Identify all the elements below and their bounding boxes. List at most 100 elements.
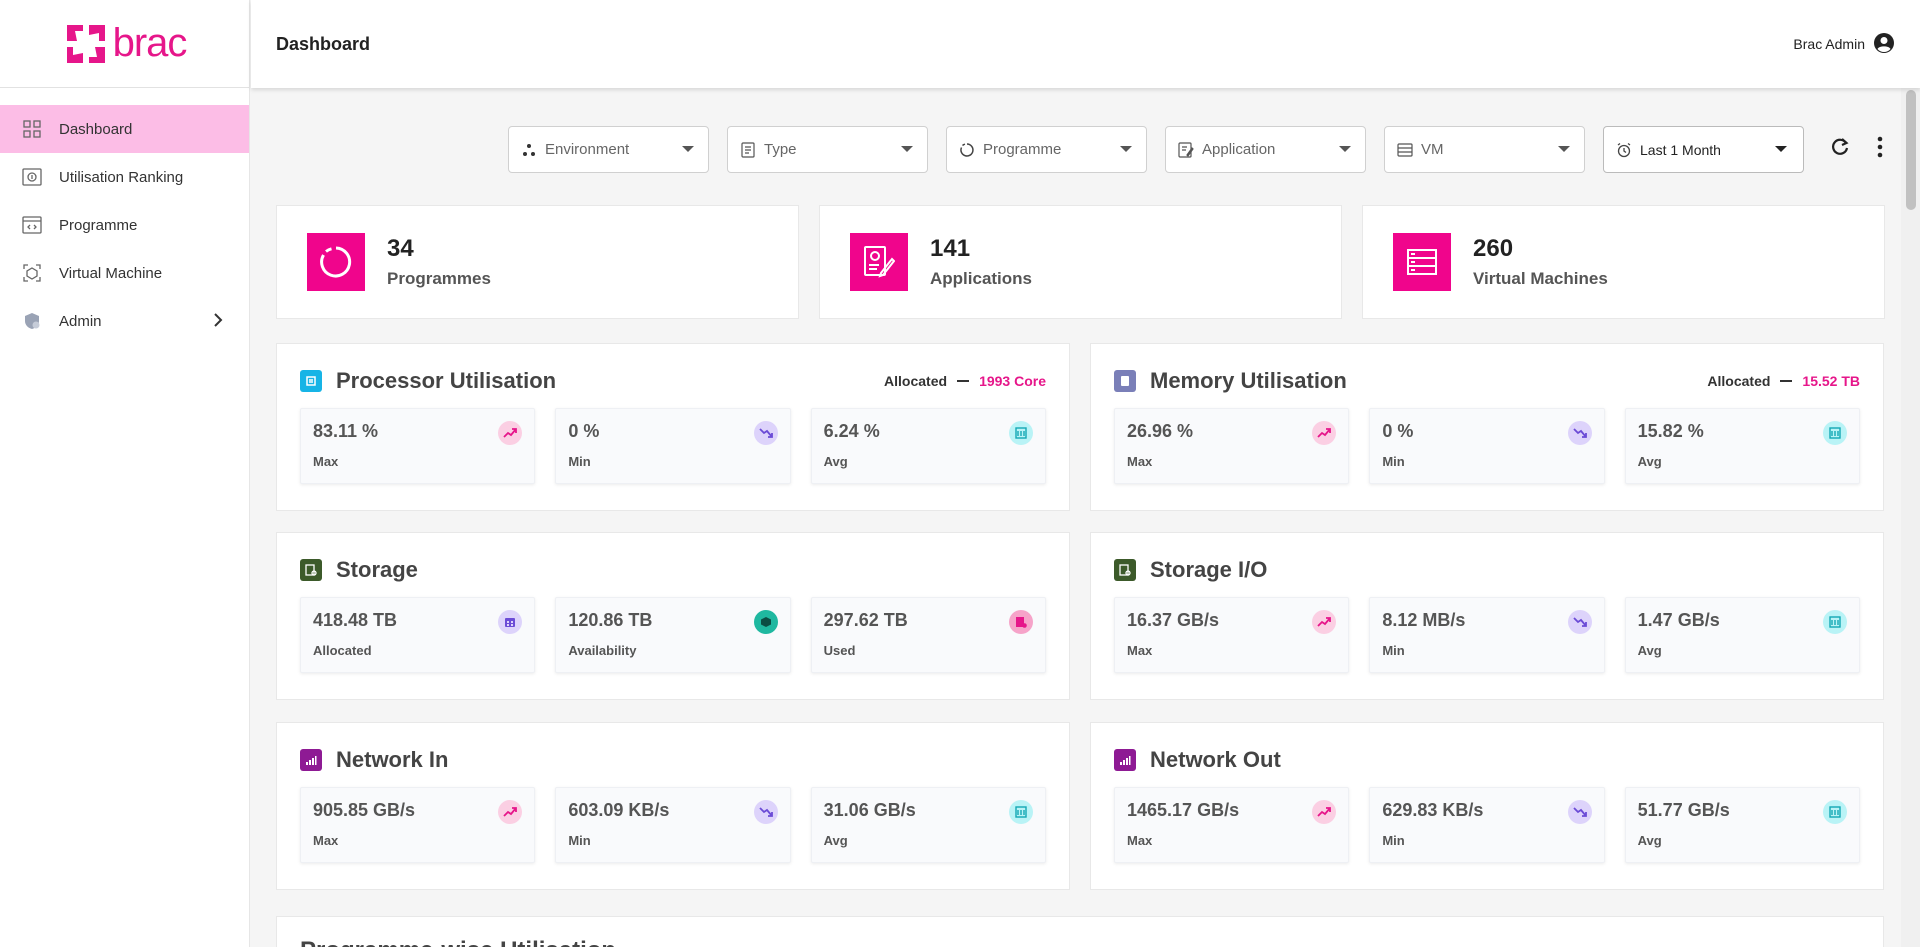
section-title: Programme-wise Utilisation [300,937,616,947]
top-header: Dashboard Brac Admin [251,0,1920,88]
sidebar-item-virtual-machine[interactable]: Virtual Machine [0,249,249,297]
tile-label: Allocated [313,643,372,658]
scrollbar-thumb[interactable] [1906,90,1916,210]
tile-value: 418.48 TB [313,610,398,630]
refresh-button[interactable] [1826,136,1854,164]
max-tile: 905.85 GB/s Max [300,787,536,863]
tile-label: Used [823,643,856,658]
filter-bar: Environment Type Programme Application V… [508,126,1894,173]
tile-value: 120.86 TB [568,610,653,630]
tile-value: 1.47 GB/s [1637,610,1720,630]
applications-stat-card[interactable]: 141 Applications [819,205,1342,319]
tile-value: 16.37 GB/s [1127,610,1220,630]
type-select[interactable]: Type [727,126,928,173]
programme-ring-icon [307,233,365,291]
trending-down-icon [753,421,778,445]
sidebar-item-admin[interactable]: Admin [0,297,249,345]
brac-logo[interactable]: brac [63,21,187,67]
refresh-icon [1829,136,1851,163]
environment-select-label: Environment [545,141,630,158]
sidebar-item-programme[interactable]: Programme [0,201,249,249]
tile-label: Max [1127,643,1153,658]
trending-down-icon [1567,610,1592,634]
tile-value: 51.77 GB/s [1637,800,1730,820]
virtual-machines-stat-card[interactable]: 260 Virtual Machines [1362,205,1885,319]
sidebar-item-label: Virtual Machine [59,264,163,282]
time-range-select[interactable]: Last 1 Month [1603,126,1804,173]
calculator-icon [1008,800,1033,824]
stat-value: 34 [387,235,414,262]
application-icon [1178,141,1194,158]
tile-value: 629.83 KB/s [1382,800,1484,820]
sidebar-item-label: Programme [59,216,138,234]
cube-icon [753,610,778,634]
separator-dash [1780,380,1793,382]
tile-label: Avg [823,833,848,848]
tile-label: Max [1127,833,1153,848]
sidebar-item-dashboard[interactable]: Dashboard [0,105,249,153]
tile-label: Avg [1637,454,1662,469]
processor-utilisation-card: Processor Utilisation Allocated 1993 Cor… [276,343,1070,511]
min-tile: 0 % Min [1369,408,1605,484]
programme-wise-utilisation-card: Programme-wise Utilisation [276,916,1884,947]
ranking-icon [22,167,42,187]
calculator-icon [1008,421,1033,445]
tile-label: Min [1382,833,1405,848]
signal-bars-icon [1114,749,1136,771]
allocated-value: 1993 Core [979,373,1046,389]
tile-value: 6.24 % [823,421,880,441]
tile-label: Avg [1637,643,1662,658]
programmes-stat-card[interactable]: 34 Programmes [276,205,799,319]
main-content: Environment Type Programme Application V… [251,88,1901,947]
stat-value: 260 [1473,235,1514,262]
signal-bars-icon [300,749,322,771]
stat-label: Programmes [387,269,491,288]
environment-select[interactable]: Environment [508,126,709,173]
card-title: Storage [336,557,418,582]
chevron-right-icon [213,312,223,332]
tile-label: Min [568,454,591,469]
allocated-label: Allocated [884,373,948,389]
tile-label: Max [313,454,339,469]
logo-text: brac [112,21,188,65]
vm-select[interactable]: VM [1384,126,1585,173]
calculator-icon [1822,421,1847,445]
allocated-summary: Allocated 1993 Core [884,373,1046,389]
trending-down-icon [1567,800,1592,824]
tile-value: 603.09 KB/s [568,800,670,820]
min-tile: 603.09 KB/s Min [555,787,791,863]
max-tile: 26.96 % Max [1114,408,1350,484]
more-options-button[interactable] [1866,136,1894,164]
tile-label: Max [1127,454,1153,469]
time-range-label: Last 1 Month [1640,141,1721,158]
application-select[interactable]: Application [1165,126,1366,173]
programme-select[interactable]: Programme [946,126,1147,173]
tile-value: 0 % [1382,421,1414,441]
stat-label: Virtual Machines [1473,269,1608,288]
caret-down-icon [1558,146,1570,152]
user-menu[interactable]: Brac Admin [1793,32,1895,57]
network-in-card: Network In 905.85 GB/s Max 603.09 KB/s M… [276,722,1070,890]
tile-value: 15.82 % [1637,421,1704,441]
server-icon [1397,142,1413,158]
separator-dash [957,380,970,382]
card-title: Memory Utilisation [1150,368,1347,393]
programme-select-label: Programme [983,141,1062,158]
type-select-label: Type [764,141,797,158]
sidebar-nav: Dashboard Utilisation Ranking Programme … [0,88,249,345]
tile-value: 26.96 % [1127,421,1194,441]
environment-icon [521,142,537,158]
caret-down-icon [1775,146,1787,152]
allocated-label: Allocated [1707,373,1771,389]
vm-icon [22,263,42,283]
page-scrollbar[interactable] [1901,88,1920,947]
memory-icon [1114,370,1136,392]
application-icon [850,233,908,291]
grid-icon [22,119,42,139]
account-circle-icon [1873,32,1895,57]
allocated-tile: 418.48 TB Allocated [300,597,536,673]
page-title: Dashboard [276,33,371,54]
storage-card: Storage 418.48 TB Allocated 120.86 TB Av… [276,532,1070,700]
sidebar-item-utilisation-ranking[interactable]: Utilisation Ranking [0,153,249,201]
cpu-icon [300,370,322,392]
